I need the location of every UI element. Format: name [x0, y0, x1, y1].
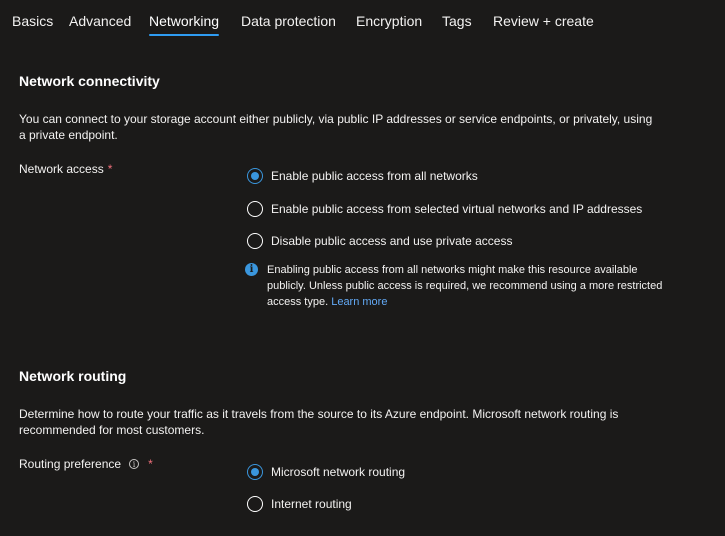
- radio-label: Internet routing: [271, 497, 352, 511]
- radio-internet-routing[interactable]: Internet routing: [247, 494, 352, 514]
- tab-advanced[interactable]: Advanced: [69, 13, 131, 33]
- learn-more-link[interactable]: Learn more: [331, 296, 387, 308]
- network-connectivity-description: You can connect to your storage account …: [19, 112, 653, 142]
- radio-unselected-icon[interactable]: [247, 233, 263, 249]
- radio-label: Disable public access and use private ac…: [271, 234, 513, 248]
- radio-enable-public-all[interactable]: Enable public access from all networks: [247, 166, 478, 186]
- radio-selected-icon[interactable]: [247, 168, 263, 184]
- network-connectivity-heading: Network connectivity: [19, 73, 160, 89]
- tab-review-create[interactable]: Review + create: [493, 13, 594, 33]
- radio-label: Enable public access from selected virtu…: [271, 202, 643, 216]
- routing-preference-label: Routing preference i *: [19, 457, 153, 471]
- info-message-text: Enabling public access from all networks…: [267, 262, 675, 310]
- radio-unselected-icon[interactable]: [247, 496, 263, 512]
- tab-data-protection[interactable]: Data protection: [241, 13, 336, 33]
- tab-tags[interactable]: Tags: [442, 13, 472, 33]
- radio-label: Microsoft network routing: [271, 465, 406, 479]
- network-access-label-text: Network access: [19, 162, 104, 176]
- info-circle-icon[interactable]: i: [129, 459, 140, 469]
- required-asterisk: *: [107, 162, 113, 176]
- tab-networking[interactable]: Networking: [149, 13, 219, 33]
- tab-encryption[interactable]: Encryption: [356, 13, 422, 33]
- tab-basics[interactable]: Basics: [12, 13, 53, 33]
- networking-page: Basics Advanced Networking Data protecti…: [0, 0, 725, 536]
- routing-preference-label-text: Routing preference: [19, 457, 122, 471]
- public-access-info-message: i Enabling public access from all networ…: [245, 262, 675, 310]
- tab-bar: Basics Advanced Networking Data protecti…: [0, 0, 725, 40]
- radio-disable-public[interactable]: Disable public access and use private ac…: [247, 231, 512, 251]
- radio-label: Enable public access from all networks: [271, 169, 478, 183]
- info-text: Enabling public access from all networks…: [267, 264, 663, 308]
- network-routing-description: Determine how to route your traffic as i…: [19, 407, 619, 437]
- radio-microsoft-routing[interactable]: Microsoft network routing: [247, 462, 405, 482]
- network-routing-heading: Network routing: [19, 368, 127, 384]
- radio-enable-public-selected[interactable]: Enable public access from selected virtu…: [247, 199, 642, 219]
- required-asterisk: *: [148, 457, 153, 471]
- radio-unselected-icon[interactable]: [247, 201, 263, 217]
- info-icon: i: [245, 263, 258, 276]
- radio-selected-icon[interactable]: [247, 464, 263, 480]
- network-access-label: Network access *: [19, 162, 112, 176]
- active-tab-indicator: [149, 34, 219, 36]
